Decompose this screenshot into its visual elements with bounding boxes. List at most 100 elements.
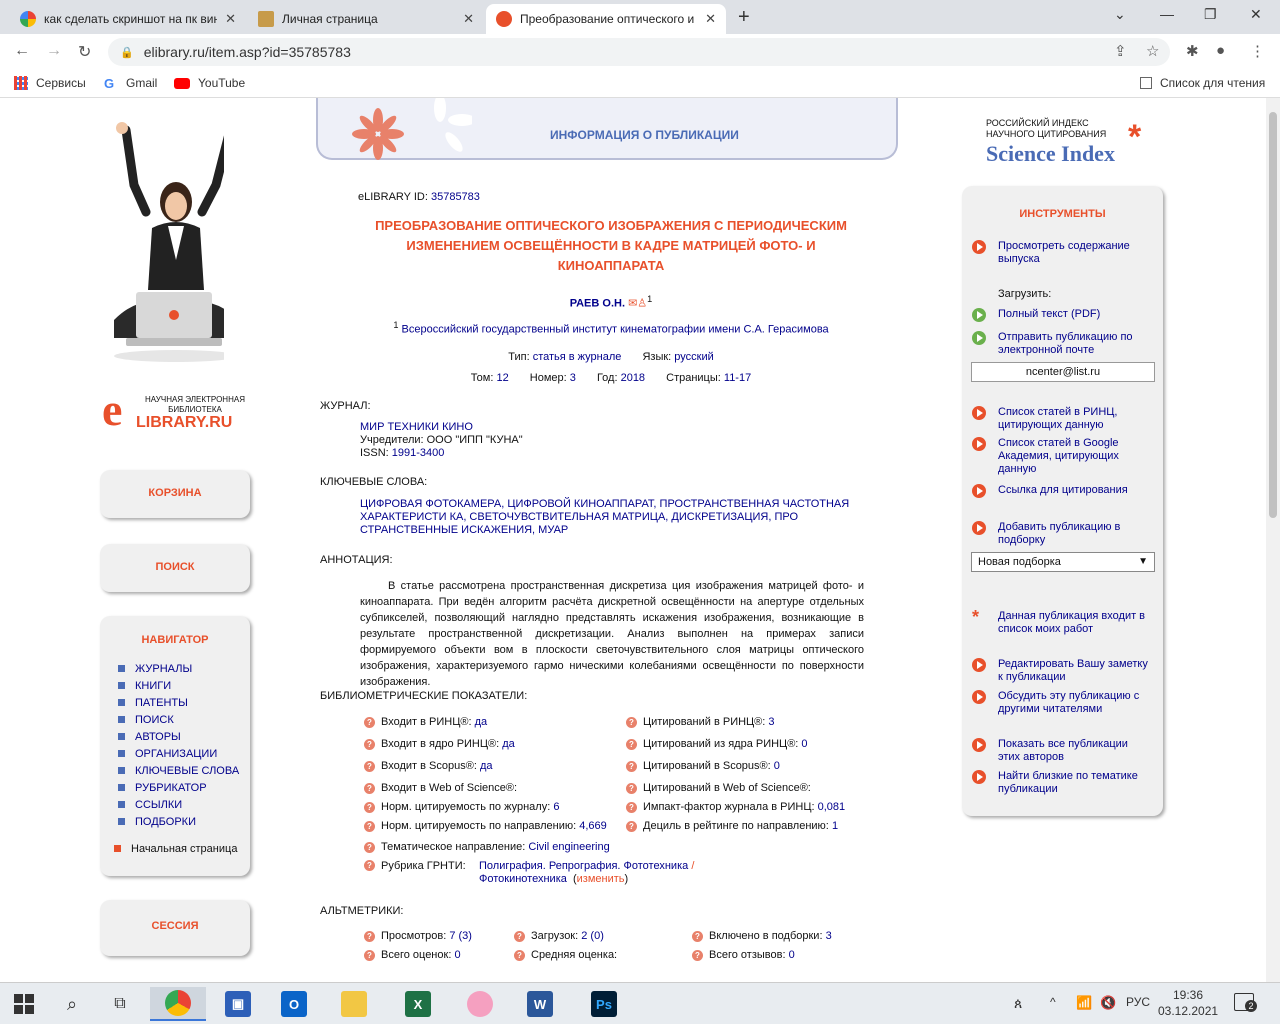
wifi-icon[interactable]: 📶	[1076, 995, 1092, 1011]
cart-box[interactable]: КОРЗИНА	[100, 470, 250, 518]
my-works-link[interactable]: * Данная публикация входит в список моих …	[972, 608, 1148, 636]
help-icon[interactable]: ?	[364, 716, 375, 728]
close-icon[interactable]: ✕	[225, 11, 236, 27]
reload-button[interactable]: ↻	[78, 42, 91, 62]
discuss-link[interactable]: Обсудить эту публикацию с другими читате…	[972, 690, 1148, 716]
tab-publication[interactable]: Преобразование оптического и ✕	[486, 4, 726, 34]
tab-personal-page[interactable]: Личная страница ✕	[248, 4, 484, 34]
nav-books[interactable]: КНИГИ	[118, 677, 250, 694]
help-icon[interactable]: ?	[626, 716, 637, 728]
nav-organizations[interactable]: ОРГАНИЗАЦИИ	[118, 745, 250, 762]
nav-keywords[interactable]: КЛЮЧЕВЫЕ СЛОВА	[118, 762, 250, 779]
add-collection-link[interactable]: Добавить публикацию в подборку	[972, 521, 1138, 547]
reading-list[interactable]: Список для чтения	[1140, 76, 1265, 90]
help-icon[interactable]: ?	[626, 760, 637, 772]
close-icon[interactable]: ✕	[463, 11, 474, 27]
bookmark-star-icon[interactable]: ☆	[1146, 42, 1159, 60]
extensions-icon[interactable]: ✱	[1186, 42, 1199, 60]
nav-authors[interactable]: АВТОРЫ	[118, 728, 250, 745]
show-all-authors-link[interactable]: Показать все публикации этих авторов	[972, 738, 1148, 764]
elibrary-logo[interactable]: e НАУЧНАЯ ЭЛЕКТРОННАЯ БИБЛИОТЕКА LIBRARY…	[102, 387, 252, 434]
citation-link[interactable]: Ссылка для цитирования	[972, 484, 1128, 498]
taskbar-explorer[interactable]	[330, 987, 378, 1021]
volume-icon[interactable]: 🔇	[1100, 995, 1116, 1011]
forward-button[interactable]: →	[46, 42, 62, 60]
help-icon[interactable]: ?	[692, 949, 703, 961]
tab-search-icon[interactable]: ⌄	[1114, 6, 1126, 23]
nav-collections[interactable]: ПОДБОРКИ	[118, 813, 250, 830]
nav-journals[interactable]: ЖУРНАЛЫ	[118, 660, 250, 677]
help-icon[interactable]: ?	[364, 738, 375, 750]
address-bar[interactable]: 🔒 elibrary.ru/item.asp?id=35785783	[108, 38, 1170, 66]
help-icon[interactable]: ?	[364, 930, 375, 942]
nav-patents[interactable]: ПАТЕНТЫ	[118, 694, 250, 711]
nav-rubricator[interactable]: РУБРИКАТОР	[118, 779, 250, 796]
new-tab-button[interactable]: +	[738, 6, 750, 29]
search-button[interactable]: ⌕	[48, 987, 96, 1021]
help-icon[interactable]: ?	[626, 782, 637, 794]
author-link[interactable]: РАЕВ О.Н.	[570, 298, 625, 310]
nav-links[interactable]: ССЫЛКИ	[118, 796, 250, 813]
taskbar-excel[interactable]: X	[394, 987, 442, 1021]
input-language[interactable]: РУС	[1126, 995, 1150, 1009]
session-box[interactable]: СЕССИЯ	[100, 900, 250, 956]
taskbar-word[interactable]: W	[516, 987, 564, 1021]
search-link[interactable]: ПОИСК	[155, 561, 194, 573]
google-citations-link[interactable]: Список статей в Google Академия, цитирую…	[972, 437, 1138, 476]
windows-start-button[interactable]	[0, 987, 48, 1021]
science-index-logo[interactable]: РОССИЙСКИЙ ИНДЕКС НАУЧНОГО ЦИТИРОВАНИЯ S…	[986, 118, 1141, 167]
taskbar-outlook[interactable]: O	[270, 987, 318, 1021]
scrollbar-thumb[interactable]	[1269, 112, 1277, 518]
close-window-button[interactable]: ✕	[1250, 6, 1262, 23]
view-issue-link[interactable]: Просмотреть содержание выпуска	[972, 240, 1138, 266]
help-icon[interactable]: ?	[364, 760, 375, 772]
mail-icon[interactable]: ✉	[628, 298, 637, 310]
rinc-citations-link[interactable]: Список статей в РИНЦ, цитирующих данную	[972, 406, 1138, 432]
minimize-button[interactable]: —	[1160, 6, 1174, 22]
tab-google-search[interactable]: как сделать скриншот на пк вин ✕	[10, 4, 246, 34]
notification-icon[interactable]: 2	[1234, 993, 1257, 1012]
page-scrollbar[interactable]	[1266, 98, 1280, 982]
help-icon[interactable]: ?	[626, 738, 637, 750]
bookmark-youtube[interactable]: YouTube	[174, 76, 245, 90]
help-icon[interactable]: ?	[364, 841, 375, 853]
help-icon[interactable]: ?	[364, 782, 375, 794]
collection-select[interactable]: Новая подборка ▼	[971, 552, 1155, 572]
profile-icon[interactable]: ●	[1216, 42, 1225, 59]
send-email-link[interactable]: Отправить публикацию по электронной почт…	[972, 331, 1138, 357]
taskbar-paint[interactable]	[456, 987, 504, 1021]
edit-note-link[interactable]: Редактировать Вашу заметку к публикации	[972, 658, 1153, 684]
cart-link[interactable]: КОРЗИНА	[148, 487, 201, 499]
people-icon[interactable]: ጰ	[1014, 995, 1022, 1012]
help-icon[interactable]: ?	[692, 930, 703, 942]
taskbar-screenshot-app[interactable]: ▣	[214, 987, 262, 1021]
fulltext-pdf-link[interactable]: Полный текст (PDF)	[972, 308, 1100, 322]
help-icon[interactable]: ?	[514, 930, 525, 942]
chevron-up-icon[interactable]: ^	[1050, 995, 1056, 1009]
clock[interactable]: 19:36 03.12.2021	[1158, 987, 1218, 1019]
change-grnti-link[interactable]: изменить	[577, 873, 625, 885]
bookmark-services[interactable]: Сервисы	[14, 76, 86, 90]
email-input[interactable]: ncenter@list.ru	[971, 362, 1155, 382]
help-icon[interactable]: ?	[626, 801, 637, 813]
task-view-button[interactable]: ⧉	[96, 987, 144, 1021]
menu-icon[interactable]: ⋮	[1250, 42, 1265, 60]
keywords-list[interactable]: ЦИФРОВАЯ ФОТОКАМЕРА, ЦИФРОВОЙ КИНОАППАРА…	[360, 498, 860, 537]
back-button[interactable]: ←	[14, 42, 30, 60]
help-icon[interactable]: ?	[364, 949, 375, 961]
taskbar-chrome[interactable]	[150, 987, 206, 1021]
journal-link[interactable]: МИР ТЕХНИКИ КИНО	[360, 421, 523, 434]
search-box[interactable]: ПОИСК	[100, 544, 250, 592]
help-icon[interactable]: ?	[364, 820, 375, 832]
taskbar-photoshop[interactable]: Ps	[580, 987, 628, 1021]
nav-home[interactable]: Начальная страница	[114, 840, 250, 857]
share-icon[interactable]: ⇪	[1114, 42, 1127, 60]
close-icon[interactable]: ✕	[705, 11, 716, 27]
help-icon[interactable]: ?	[364, 860, 375, 871]
person-icon[interactable]: ♙	[637, 298, 647, 310]
bookmark-gmail[interactable]: G Gmail	[104, 76, 157, 91]
maximize-button[interactable]: ❐	[1204, 6, 1217, 23]
help-icon[interactable]: ?	[514, 949, 525, 961]
help-icon[interactable]: ?	[626, 820, 637, 832]
help-icon[interactable]: ?	[364, 801, 375, 813]
